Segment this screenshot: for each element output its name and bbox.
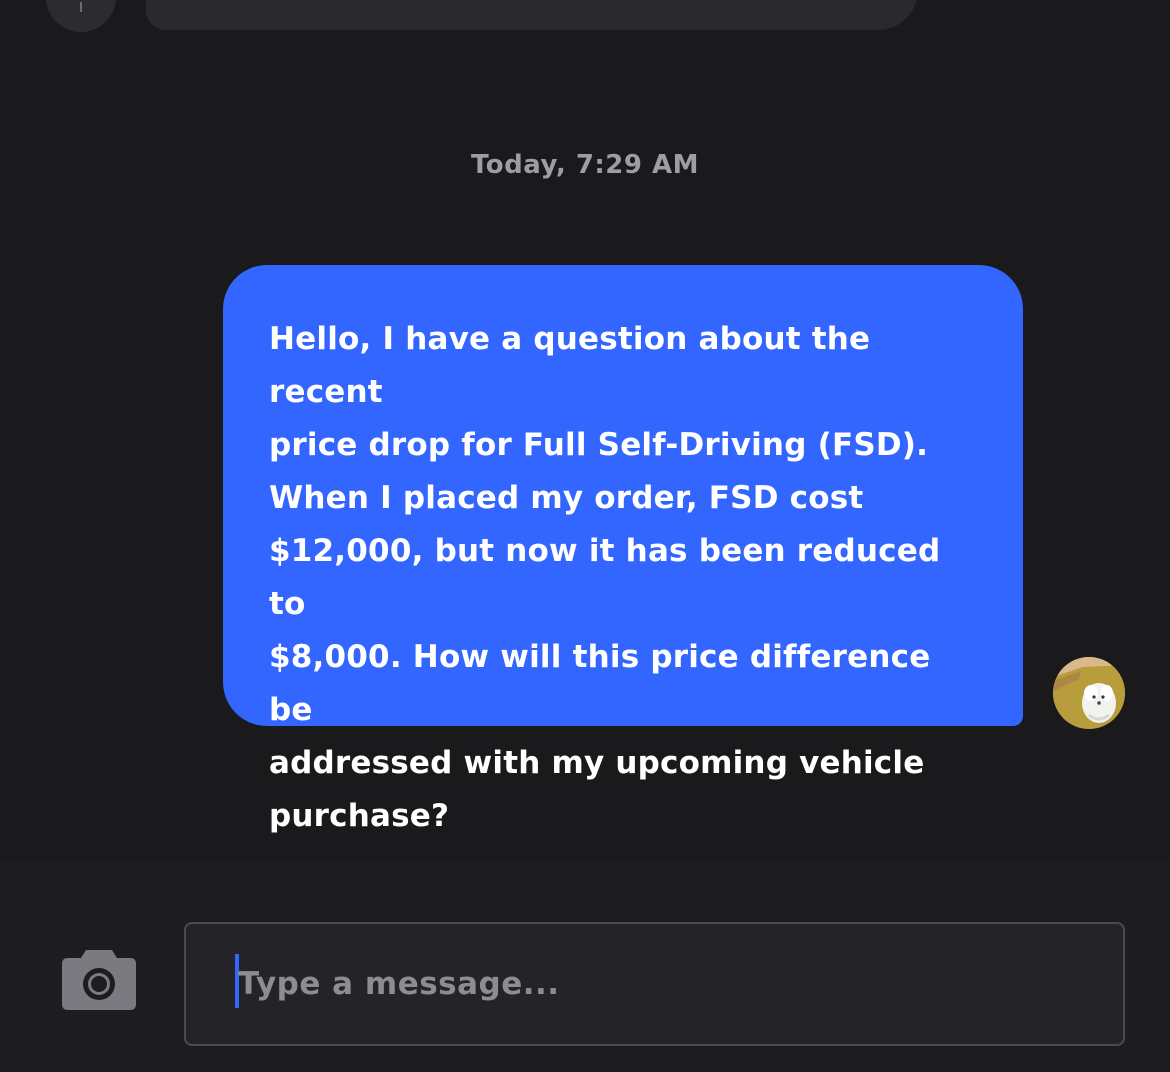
agent-avatar	[46, 0, 116, 32]
message-line: $8,000. How will this price difference b…	[269, 639, 931, 728]
user-avatar	[1053, 657, 1125, 729]
camera-icon	[62, 950, 136, 1010]
user-message-bubble: Hello, I have a question about the recen…	[223, 265, 1023, 834]
previous-message-bubble	[146, 0, 918, 30]
chat-screen: Today, 7:29 AM Hello, I have a question …	[0, 0, 1170, 1072]
message-input-placeholder: Type a message...	[238, 966, 560, 1002]
message-line: When I placed my order, FSD cost	[269, 480, 864, 516]
agent-avatar-mark	[80, 2, 82, 12]
message-line: Hello, I have a question about the recen…	[269, 321, 871, 410]
message-line: purchase?	[269, 798, 450, 834]
camera-button[interactable]	[60, 946, 138, 1012]
message-line: price drop for Full Self-Driving (FSD).	[269, 427, 929, 463]
message-line: addressed with my upcoming vehicle	[269, 745, 925, 781]
message-line: $12,000, but now it has been reduced to	[269, 533, 941, 622]
message-input[interactable]: Type a message...	[184, 922, 1125, 1046]
message-timestamp: Today, 7:29 AM	[470, 150, 700, 180]
